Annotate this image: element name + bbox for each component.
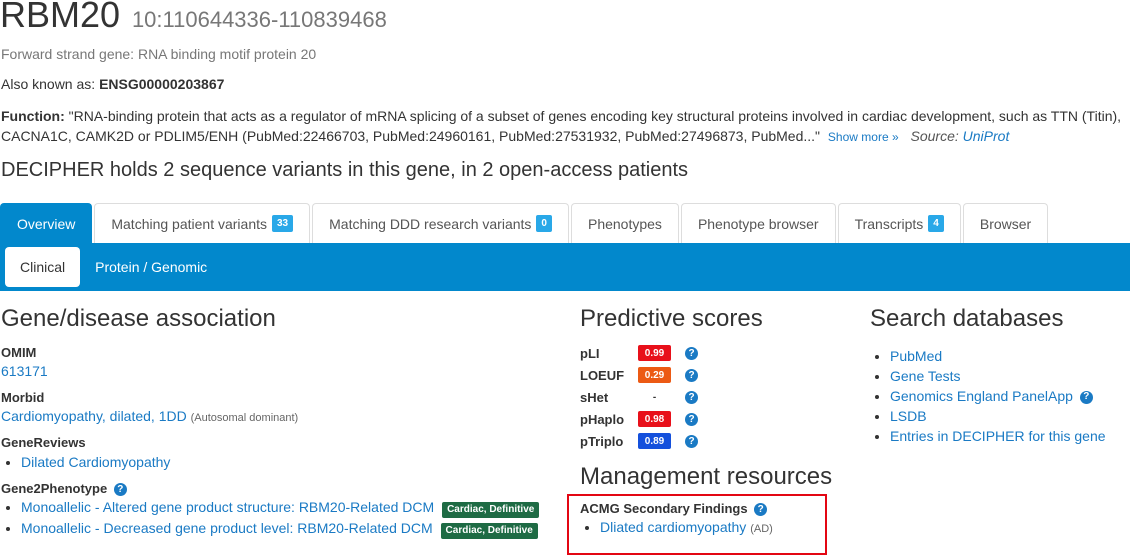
g2p-badge: Cardiac, Definitive [442, 502, 540, 519]
score-row-ptriplo: pTriplo 0.89 ? [580, 430, 860, 452]
list-item: LSDB [890, 406, 1130, 426]
tab-matching-patient-variants[interactable]: Matching patient variants 33 [94, 203, 311, 243]
count-badge: 0 [536, 215, 552, 232]
genereviews-link[interactable]: Dilated Cardiomyopathy [21, 454, 170, 470]
g2p-list: Monoallelic - Altered gene product struc… [1, 497, 561, 540]
score-name: pHaplo [580, 411, 625, 427]
show-more-link[interactable]: Show more » [828, 130, 899, 144]
genereviews-label: GeneReviews [1, 435, 86, 450]
list-item: PubMed [890, 346, 1130, 366]
help-icon[interactable]: ? [685, 434, 698, 448]
tab-matching-ddd-research-variants[interactable]: Matching DDD research variants 0 [312, 203, 569, 243]
tab-label: Browser [979, 215, 1032, 232]
score-row-phaplo: pHaplo 0.98 ? [580, 408, 860, 430]
function-description: Function: "RNA-binding protein that acts… [1, 106, 1129, 147]
score-row-loeuf: LOEUF 0.29 ? [580, 364, 860, 386]
tab-transcripts[interactable]: Transcripts 4 [837, 203, 961, 243]
help-icon[interactable]: ? [685, 390, 698, 404]
decipher-entries-link[interactable]: Entries in DECIPHER for this gene [890, 428, 1106, 444]
search-databases-section: Search databases PubMed Gene Tests Genom… [870, 305, 1130, 446]
gene-symbol: RBM20 [0, 0, 121, 35]
help-icon[interactable]: ? [1079, 390, 1093, 404]
subtab-clinical[interactable]: Clinical [5, 247, 81, 287]
g2p-heading: Gene2Phenotype ? [1, 481, 561, 497]
list-item: Monoallelic - Decreased gene product lev… [21, 518, 561, 540]
help-icon[interactable]: ? [685, 368, 698, 382]
score-name: pTriplo [580, 433, 624, 449]
omim-label: OMIM [1, 345, 37, 360]
score-name: sHet [580, 389, 609, 405]
tab-phenotype-browser[interactable]: Phenotype browser [680, 203, 836, 243]
also-known-as: Also known as: ENSG00000203867 [1, 76, 224, 92]
gene-location: 10:110644336-110839468 [131, 7, 387, 32]
scores-list: pLI 0.99 ? LOEUF 0.29 ? sHet - ? pHaplo … [580, 342, 860, 452]
tab-label: Phenotype browser [697, 215, 819, 232]
database-list: PubMed Gene Tests Genomics England Panel… [870, 346, 1130, 446]
genereviews-list: Dilated Cardiomyopathy [1, 452, 561, 472]
variant-summary: DECIPHER holds 2 sequence variants in th… [1, 159, 689, 181]
g2p-link[interactable]: Monoallelic - Decreased gene product lev… [21, 520, 433, 536]
g2p-badge: Cardiac, Definitive [440, 523, 538, 540]
score-value: 0.99 [638, 345, 671, 361]
panelapp-link[interactable]: Genomics England PanelApp [890, 388, 1073, 404]
score-row-shet: sHet - ? [580, 386, 860, 408]
tab-label: Matching patient variants [111, 215, 267, 232]
pubmed-link[interactable]: PubMed [890, 348, 942, 364]
list-item: Gene Tests [890, 366, 1130, 386]
main-tabs: Overview Matching patient variants 33 Mat… [0, 203, 1050, 243]
score-name: LOEUF [580, 367, 625, 383]
list-item: Monoallelic - Altered gene product struc… [21, 497, 561, 519]
section-title: Predictive scores [580, 305, 763, 332]
gene-disease-section: Gene/disease association OMIM 613171 Mor… [1, 305, 561, 540]
tab-label: Phenotypes [587, 215, 662, 232]
help-icon[interactable]: ? [685, 346, 698, 360]
aka-label: Also known as: [1, 76, 96, 92]
score-value: 0.89 [638, 433, 671, 449]
gene-title: RBM20 10:110644336-110839468 [0, 0, 387, 36]
highlight-box [567, 494, 827, 555]
morbid-link[interactable]: Cardiomyopathy, dilated, 1DD [1, 408, 187, 424]
sub-tabs: Clinical Protein / Genomic [0, 243, 1130, 291]
help-icon[interactable]: ? [113, 483, 127, 497]
tab-browser[interactable]: Browser [962, 203, 1049, 243]
morbid-inheritance: (Autosomal dominant) [190, 412, 299, 424]
tab-label: Overview [17, 215, 76, 232]
score-value: 0.98 [638, 411, 671, 427]
management-title: Management resources [580, 463, 833, 490]
count-badge: 4 [928, 215, 944, 232]
list-item: Dilated Cardiomyopathy [21, 452, 561, 472]
score-name: pLI [580, 345, 600, 361]
aka-value: ENSG00000203867 [99, 76, 225, 92]
help-icon[interactable]: ? [685, 412, 698, 426]
tab-label: Matching DDD research variants [329, 215, 532, 232]
omim-link[interactable]: 613171 [1, 363, 48, 379]
tab-overview[interactable]: Overview [0, 203, 93, 243]
section-title: Gene/disease association [1, 305, 276, 332]
g2p-label: Gene2Phenotype [1, 481, 108, 496]
tab-label: Transcripts [854, 215, 924, 232]
subtab-protein-genomic[interactable]: Protein / Genomic [80, 247, 222, 287]
list-item: Genomics England PanelApp ? [890, 386, 1130, 406]
score-value: - [652, 391, 657, 403]
section-title: Search databases [870, 305, 1064, 332]
uniprot-link[interactable]: UniProt [963, 128, 1010, 144]
tab-phenotypes[interactable]: Phenotypes [570, 203, 679, 243]
score-row-pli: pLI 0.99 ? [580, 342, 860, 364]
gene-tests-link[interactable]: Gene Tests [890, 368, 961, 384]
morbid-label: Morbid [1, 390, 45, 405]
score-value: 0.29 [638, 367, 671, 383]
count-badge: 33 [272, 215, 294, 232]
source-label: Source: [910, 128, 959, 144]
strand-description: Forward strand gene: RNA binding motif p… [1, 46, 317, 62]
g2p-link[interactable]: Monoallelic - Altered gene product struc… [21, 499, 434, 515]
list-item: Entries in DECIPHER for this gene [890, 426, 1130, 446]
source: Source: UniProt [911, 128, 1010, 144]
lsdb-link[interactable]: LSDB [890, 408, 927, 424]
function-label: Function: [1, 108, 65, 124]
